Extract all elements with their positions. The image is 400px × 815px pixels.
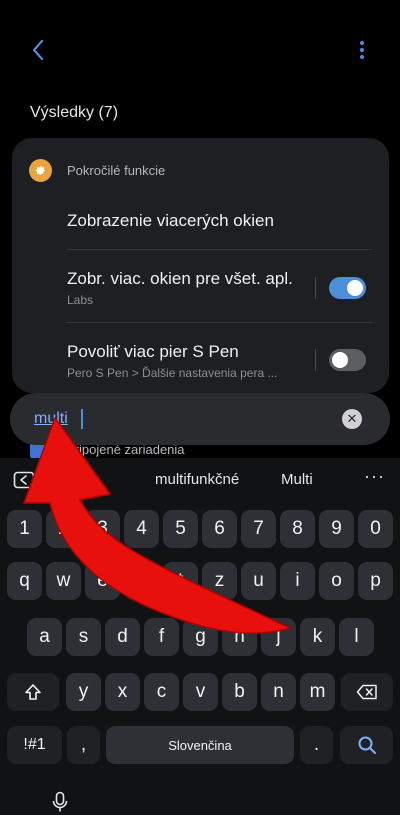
chevron-left-icon [32, 39, 44, 61]
divider [67, 322, 372, 323]
more-suggestions-button[interactable]: ··· [364, 466, 385, 487]
gear-icon [29, 158, 52, 182]
top-app-bar [0, 30, 400, 74]
category-header: Pokročilé funkcie [29, 158, 165, 182]
on-screen-keyboard: multi multifunkčné Multi ··· 1 2 3 4 5 6… [0, 458, 400, 815]
toggle-knob [347, 280, 363, 296]
key[interactable]: g [183, 618, 218, 656]
result-item-title: Zobrazenie viacerých okien [67, 211, 274, 230]
back-button[interactable] [24, 36, 52, 64]
key[interactable]: j [261, 618, 296, 656]
key[interactable]: t [163, 562, 198, 600]
suggestion-item[interactable]: Multi [281, 471, 313, 488]
key[interactable]: c [144, 673, 179, 711]
suggestion-item[interactable]: multi [52, 471, 84, 488]
text-cursor [81, 409, 83, 429]
key[interactable]: k [300, 618, 335, 656]
key[interactable]: 7 [241, 510, 276, 548]
key[interactable]: 9 [319, 510, 354, 548]
result-item-multiple-spen[interactable]: Povoliť viac pier S Pen Pero S Pen > Ďal… [67, 342, 307, 380]
key[interactable]: h [222, 618, 257, 656]
toggle-separator [315, 277, 316, 299]
key[interactable]: 2 [46, 510, 81, 548]
results-count-heading: Výsledky (7) [30, 104, 119, 121]
search-bar: ✕ [10, 393, 390, 445]
key[interactable]: e [85, 562, 120, 600]
result-item-subtitle: Pero S Pen > Ďalšie nastavenia pera ... [67, 366, 278, 380]
clear-search-button[interactable]: ✕ [342, 409, 362, 429]
key[interactable]: u [241, 562, 276, 600]
key[interactable]: m [300, 673, 335, 711]
key[interactable]: y [66, 673, 101, 711]
key[interactable]: i [280, 562, 315, 600]
key[interactable]: a [27, 618, 62, 656]
key[interactable]: 4 [124, 510, 159, 548]
key[interactable]: b [222, 673, 257, 711]
toggle-knob [332, 352, 348, 368]
microphone-icon [52, 791, 68, 812]
divider [67, 249, 372, 250]
key[interactable]: f [144, 618, 179, 656]
category-label: Pokročilé funkcie [67, 162, 166, 178]
period-key[interactable]: . [300, 726, 333, 764]
key[interactable]: w [46, 562, 81, 600]
result-item-title: Zobr. viac. okien pre všet. apl. [67, 269, 293, 288]
key[interactable]: p [358, 562, 393, 600]
key[interactable]: 8 [280, 510, 315, 548]
results-card: Pokročilé funkcie Zobrazenie viacerých o… [12, 138, 389, 393]
toolbar-collapse-icon [13, 471, 35, 489]
suggestion-strip: multi multifunkčné Multi ··· [0, 458, 400, 504]
shift-key[interactable] [7, 673, 59, 711]
more-vertical-icon [360, 41, 364, 59]
search-key[interactable] [340, 726, 393, 764]
backspace-key[interactable] [341, 673, 393, 711]
key[interactable]: 6 [202, 510, 237, 548]
multiple-spen-toggle[interactable] [329, 349, 366, 371]
key[interactable]: r [124, 562, 159, 600]
key[interactable]: z [202, 562, 237, 600]
backspace-icon [356, 684, 377, 700]
comma-key[interactable]: , [67, 726, 100, 764]
result-item-title: Povoliť viac pier S Pen [67, 342, 239, 361]
key[interactable]: n [261, 673, 296, 711]
symbols-key[interactable]: !#1 [7, 726, 62, 764]
key[interactable]: 5 [163, 510, 198, 548]
key[interactable]: 3 [85, 510, 120, 548]
result-item-subtitle: Labs [67, 293, 94, 307]
toggle-separator [315, 349, 316, 371]
result-item-multiwindow[interactable]: Zobrazenie viacerých okien [67, 211, 372, 231]
space-key[interactable]: Slovenčina [106, 726, 294, 764]
key[interactable]: s [66, 618, 101, 656]
voice-input-button[interactable] [50, 791, 70, 813]
search-icon [358, 736, 376, 754]
key[interactable]: 0 [358, 510, 393, 548]
search-input[interactable] [34, 407, 334, 431]
close-icon: ✕ [346, 411, 358, 426]
shift-icon [25, 684, 41, 700]
key[interactable]: q [7, 562, 42, 600]
keyboard-toolbar-button[interactable] [13, 471, 35, 489]
multiwindow-all-apps-toggle[interactable] [329, 277, 366, 299]
suggestion-item[interactable]: multifunkčné [155, 471, 239, 488]
key[interactable]: l [339, 618, 374, 656]
result-item-multiwindow-all-apps[interactable]: Zobr. viac. okien pre všet. apl. Labs [67, 269, 307, 307]
more-options-button[interactable] [346, 36, 378, 64]
key[interactable]: d [105, 618, 140, 656]
key[interactable]: o [319, 562, 354, 600]
key[interactable]: v [183, 673, 218, 711]
key[interactable]: x [105, 673, 140, 711]
key[interactable]: 1 [7, 510, 42, 548]
